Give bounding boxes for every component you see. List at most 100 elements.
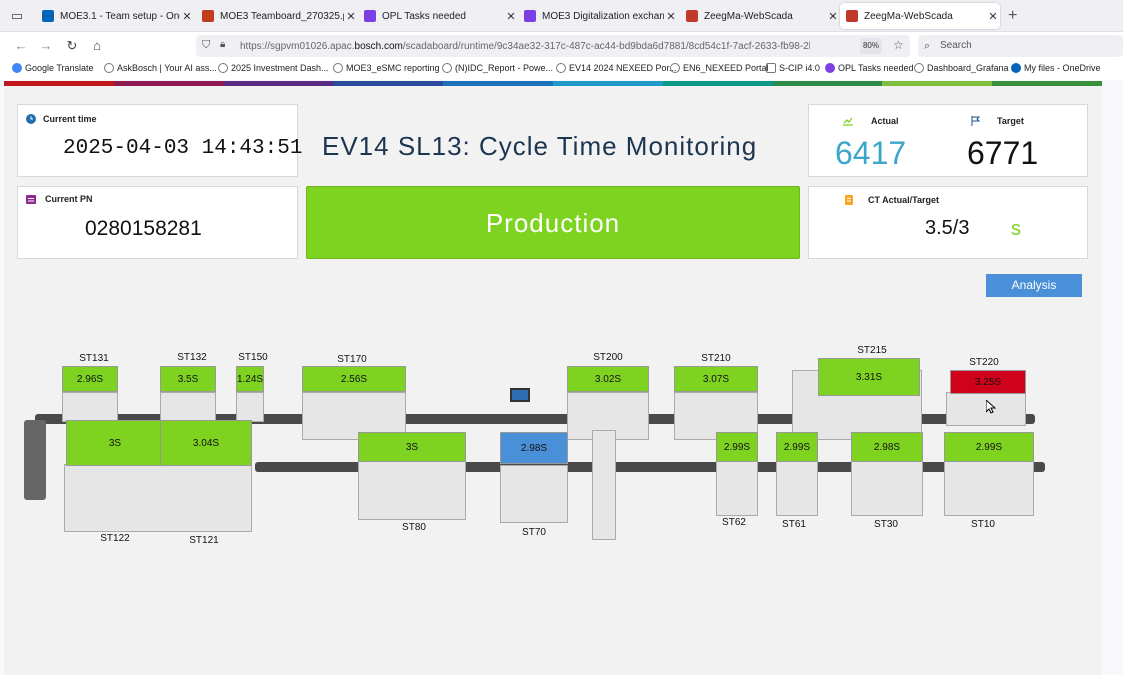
zoom-level[interactable]: 80%: [860, 38, 882, 54]
calendar-icon: [26, 195, 36, 204]
bookmark-ev14-nexeed[interactable]: EV14 2024 NEXEED Por...: [556, 63, 677, 73]
bookmark-star-icon[interactable]: ☆: [893, 38, 904, 52]
ct-label: CT Actual/Target: [868, 195, 940, 205]
station-st220[interactable]: 3.25S: [950, 370, 1026, 394]
forward-icon[interactable]: →: [37, 37, 55, 55]
close-icon[interactable]: ✕: [344, 10, 358, 23]
bookmark-idc-report[interactable]: (N)IDC_Report - Powe...: [442, 63, 553, 73]
cube-icon: [846, 10, 858, 22]
target-value: 6771: [967, 135, 1039, 171]
translate-icon: [12, 63, 22, 73]
machine-body-st30: [851, 460, 923, 516]
loop-icon: [524, 10, 536, 22]
left-return-conveyor: [24, 420, 46, 500]
bookmark-askbosch[interactable]: AskBosch | Your AI ass...: [104, 63, 217, 73]
ct-value: 3.5/3: [925, 217, 970, 239]
cube-icon: [686, 10, 698, 22]
globe-icon: [914, 63, 924, 73]
tab-digitalization-exchanges[interactable]: MOE3 Digitalization exchanges ✕: [518, 3, 678, 29]
reload-icon[interactable]: ↻: [63, 37, 81, 55]
actual-value: 6417: [835, 135, 907, 171]
current-time-value: 2025-04-03 14:43:51: [63, 137, 303, 160]
station-label-st122: ST122: [100, 533, 130, 544]
station-label-st131: ST131: [79, 353, 109, 364]
station-st132[interactable]: 3.5S: [160, 366, 216, 392]
analysis-button[interactable]: Analysis: [986, 274, 1082, 297]
clock-icon: [26, 114, 36, 124]
url-bar[interactable]: ⛉ 🔒︎ https://sgpvm01026.apac.bosch.com/s…: [196, 35, 910, 57]
station-label-st150: ST150: [238, 352, 268, 363]
browser-nav-bar: ← → ↻ ⌂ ⛉ 🔒︎ https://sgpvm01026.apac.bos…: [0, 32, 1123, 60]
search-input[interactable]: ⌕ Search: [918, 35, 1123, 57]
station-st122[interactable]: 3S: [66, 420, 164, 466]
machine-body-st10: [944, 460, 1034, 516]
globe-icon: [442, 63, 452, 73]
current-time-card: Current time 2025-04-03 14:43:51: [17, 104, 302, 177]
machine-body-st62: [716, 460, 758, 516]
globe-icon: [104, 63, 114, 73]
globe-icon: [333, 63, 343, 73]
station-st150[interactable]: 1.24S: [236, 366, 264, 392]
shield-icon: ⛉: [202, 39, 211, 51]
station-label-st215: ST215: [857, 345, 887, 356]
machine-body-st61: [776, 460, 818, 516]
current-pn-card: Current PN 0280158281: [17, 186, 298, 259]
station-st80[interactable]: 3S: [358, 432, 466, 462]
url-text: https://sgpvm01026.apac.bosch.com/scadab…: [240, 40, 810, 52]
current-pn-value: 0280158281: [85, 217, 202, 240]
document-icon: [845, 195, 853, 205]
bookmark-opl-tasks[interactable]: OPL Tasks needed: [825, 63, 914, 73]
close-icon[interactable]: ✕: [826, 10, 840, 23]
station-label-st200: ST200: [593, 352, 623, 363]
loop-icon: [364, 10, 376, 22]
station-st170[interactable]: 2.56S: [302, 366, 406, 392]
powerpoint-icon: [202, 10, 214, 22]
tab-webscada-active[interactable]: ZeegMa-WebScada ✕: [840, 3, 1000, 29]
station-st121[interactable]: 3.04S: [160, 420, 252, 466]
search-icon: ⌕: [924, 40, 931, 52]
cloud-icon: [1011, 63, 1021, 73]
station-st70[interactable]: 2.98S: [500, 432, 568, 464]
close-icon[interactable]: ✕: [664, 10, 678, 23]
bookmark-google-translate[interactable]: Google Translate: [12, 63, 94, 73]
target-label: Target: [997, 116, 1024, 126]
ct-unit: s: [1011, 218, 1021, 240]
output-card: Actual 6417 Target 6771: [808, 104, 1088, 177]
close-icon[interactable]: ✕: [986, 10, 1000, 23]
tab-onedrive-team-setup[interactable]: MOE3.1 - Team setup - OneDrive ✕: [36, 3, 194, 29]
bookmark-en6-nexeed[interactable]: EN6_NEXEED Portal: [670, 63, 769, 73]
station-label-st80: ST80: [402, 522, 426, 533]
close-icon[interactable]: ✕: [504, 10, 518, 23]
home-icon[interactable]: ⌂: [88, 37, 106, 55]
bookmark-investment-dash[interactable]: 2025 Investment Dash...: [218, 63, 329, 73]
trend-chart-icon: [843, 117, 853, 126]
station-st30[interactable]: 2.98S: [851, 432, 923, 462]
transfer-tower: [592, 430, 616, 540]
tab-opl-tasks[interactable]: OPL Tasks needed ✕: [358, 3, 518, 29]
tab-list-icon[interactable]: ▭: [8, 8, 26, 24]
new-tab-icon[interactable]: +: [1008, 7, 1017, 25]
station-st200[interactable]: 3.02S: [567, 366, 649, 392]
gear-icon: [766, 63, 776, 73]
globe-icon: [670, 63, 680, 73]
station-st215[interactable]: 3.31S: [818, 358, 920, 396]
station-st131[interactable]: 2.96S: [62, 366, 118, 392]
station-st62[interactable]: 2.99S: [716, 432, 758, 462]
bookmark-esmc-reporting[interactable]: MOE3_eSMC reporting: [333, 63, 440, 73]
bookmark-scip[interactable]: S-CIP i4.0: [766, 63, 820, 73]
bookmark-grafana[interactable]: Dashboard_Grafana: [914, 63, 1009, 73]
machine-body-st132: [160, 392, 216, 422]
tab-webscada-1[interactable]: ZeegMa-WebScada ✕: [680, 3, 840, 29]
cycle-time-card: CT Actual/Target 3.5/3 s: [808, 186, 1088, 259]
station-st61[interactable]: 2.99S: [776, 432, 818, 462]
tab-teamboard-pptx[interactable]: MOE3 Teamboard_270325.pptx ✕: [196, 3, 358, 29]
bookmark-my-files[interactable]: My files - OneDrive: [1011, 63, 1101, 73]
machine-body-st122-st121: [64, 464, 252, 532]
close-icon[interactable]: ✕: [180, 10, 194, 23]
station-st10[interactable]: 2.99S: [944, 432, 1034, 462]
station-st210[interactable]: 3.07S: [674, 366, 758, 392]
machine-body-st80: [358, 460, 466, 520]
back-icon[interactable]: ←: [12, 37, 30, 55]
globe-icon: [218, 63, 228, 73]
station-label-st62: ST62: [722, 517, 746, 528]
